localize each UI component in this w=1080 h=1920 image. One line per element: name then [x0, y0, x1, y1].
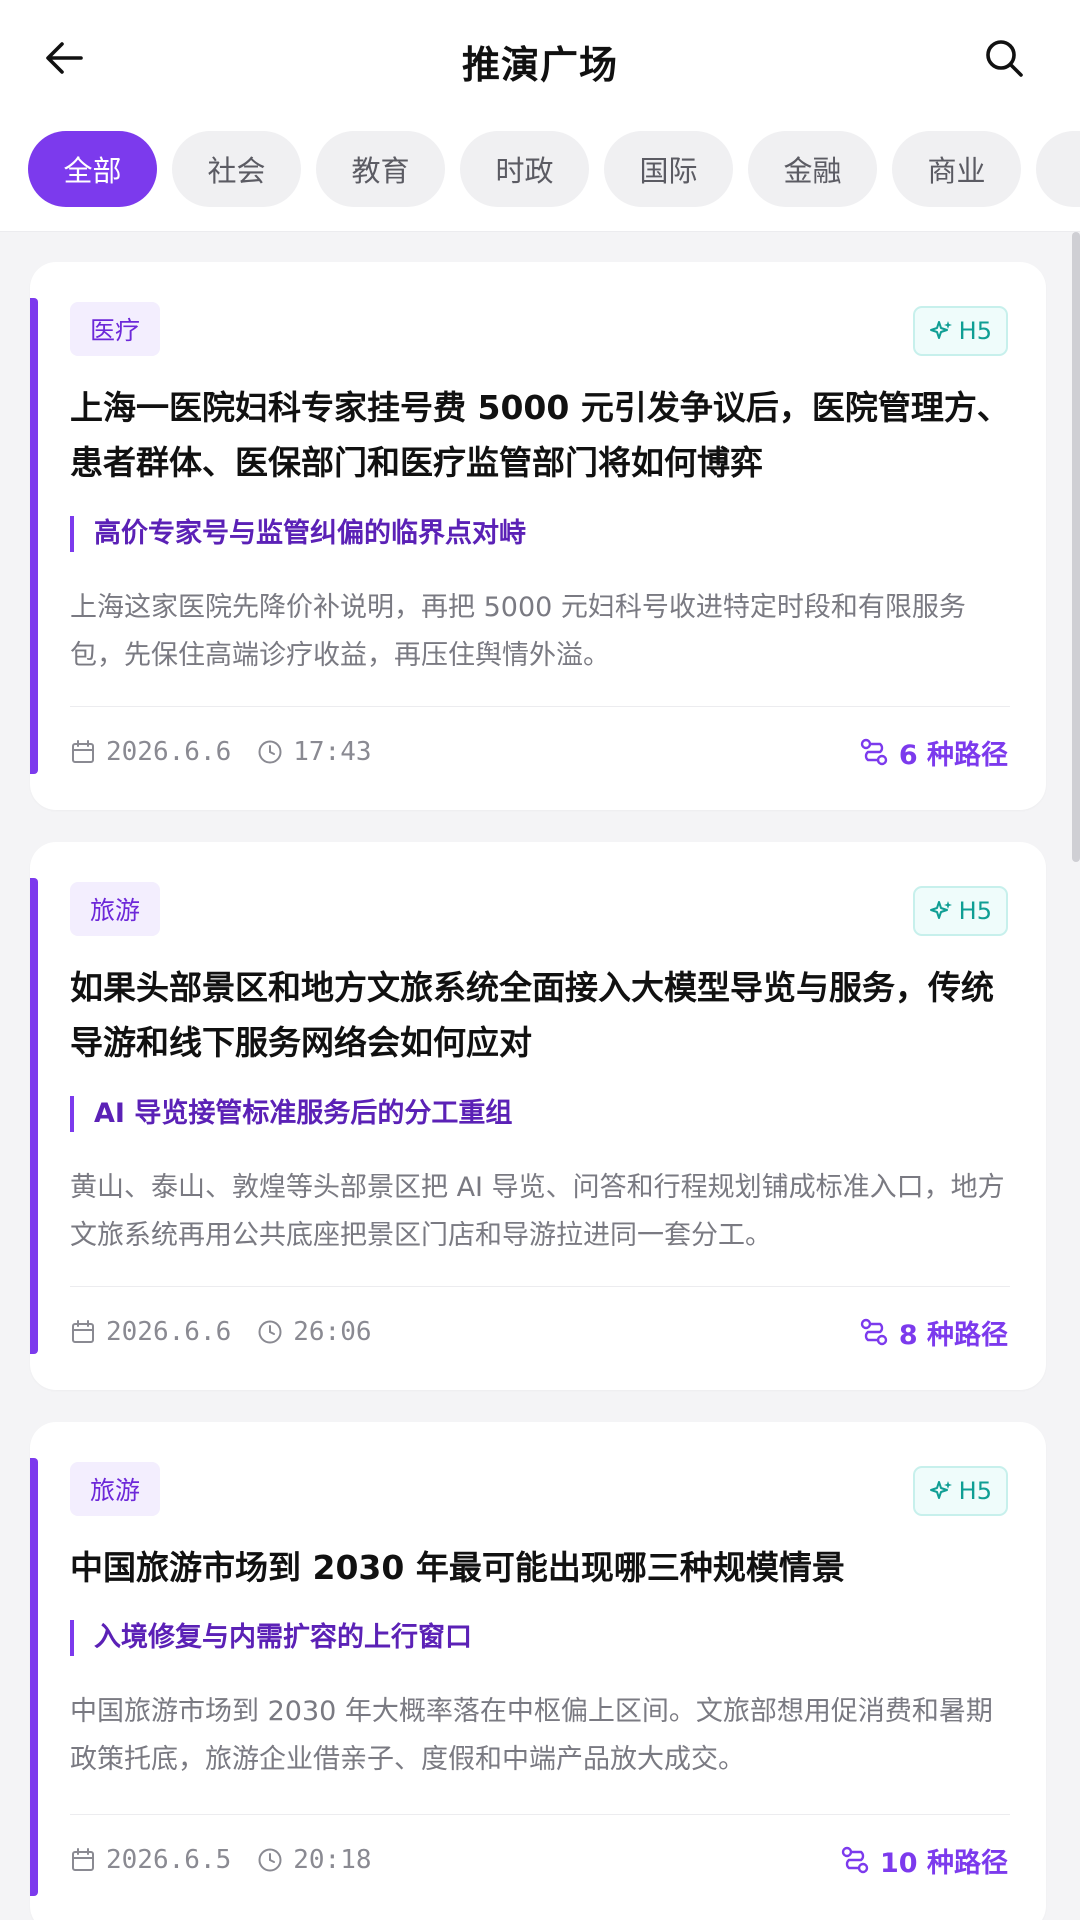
clock-icon — [258, 1320, 282, 1344]
search-button[interactable] — [980, 34, 1028, 82]
tab-society[interactable]: 社会 — [172, 131, 301, 207]
scenario-card[interactable]: 旅游 H5 如果头部景区和地方文旅系统全面接入大模型导览与服务，传统导游和线下服… — [30, 842, 1046, 1390]
h5-badge[interactable]: H5 — [912, 306, 1008, 356]
calendar-icon — [72, 1848, 94, 1871]
route-icon — [860, 1318, 888, 1346]
tab-business[interactable]: 商业 — [892, 131, 1021, 207]
header: 推演广场 — [0, 0, 1080, 120]
h5-badge[interactable]: H5 — [912, 1466, 1008, 1516]
tab-international[interactable]: 国际 — [604, 131, 733, 207]
paths-link[interactable]: 6 种路径 — [859, 732, 1008, 772]
paths-link[interactable]: 10 种路径 — [840, 1840, 1008, 1880]
divider — [70, 706, 1010, 707]
h5-label: H5 — [958, 317, 992, 345]
scrollbar-thumb[interactable] — [1072, 232, 1080, 862]
scenario-feed: 医疗 H5 上海一医院妇科专家挂号费 5000 元引发争议后，医院管理方、患者群… — [30, 262, 1046, 1920]
scenario-card[interactable]: 旅游 H5 中国旅游市场到 2030 年最可能出现哪三种规模情景 入境修复与内需… — [30, 1422, 1046, 1920]
paths-label: 10 种路径 — [880, 1847, 1008, 1879]
card-meta: 2026.6.6 17:43 — [70, 732, 398, 772]
card-subhead: 入境修复与内需扩容的上行窗口 — [70, 1620, 970, 1656]
sparkle-icon — [929, 321, 952, 339]
paths-link[interactable]: 8 种路径 — [859, 1312, 1008, 1352]
route-icon — [860, 738, 888, 766]
card-date: 2026.6.6 — [106, 1317, 232, 1347]
card-subhead: 高价专家号与监管纠偏的临界点对峙 — [70, 516, 970, 552]
card-time: 26:06 — [293, 1317, 372, 1347]
card-summary: 上海这家医院先降价补说明，再把 5000 元妇科号收进特定时段和有限服务包，先保… — [70, 592, 966, 671]
calendar-icon — [72, 1320, 94, 1343]
card-meta: 2026.6.5 20:18 — [70, 1840, 398, 1880]
category-tag: 医疗 — [70, 302, 161, 356]
sparkle-icon — [929, 1481, 952, 1499]
accent-bar — [30, 1458, 38, 1896]
card-title: 如果头部景区和地方文旅系统全面接入大模型导览与服务，传统导游和线下服务网络会如何… — [70, 968, 994, 1062]
tab-more[interactable] — [1036, 131, 1080, 207]
page-title: 推演广场 — [461, 43, 618, 87]
accent-bar — [30, 298, 38, 774]
card-date: 2026.6.5 — [106, 1845, 232, 1875]
divider — [70, 1814, 1010, 1815]
top-bar: 推演广场 全部 社会 教育 时政 国际 金融 商业 — [0, 0, 1080, 232]
card-title: 上海一医院妇科专家挂号费 5000 元引发争议后，医院管理方、患者群体、医保部门… — [70, 388, 1010, 482]
tab-all[interactable]: 全部 — [28, 131, 157, 207]
paths-label: 8 种路径 — [898, 1319, 1008, 1351]
category-tag: 旅游 — [70, 882, 161, 936]
tab-education[interactable]: 教育 — [316, 131, 445, 207]
paths-label: 6 种路径 — [898, 739, 1008, 771]
card-date: 2026.6.6 — [106, 737, 232, 767]
tab-politics[interactable]: 时政 — [460, 131, 589, 207]
divider — [70, 1286, 1010, 1287]
h5-label: H5 — [958, 897, 992, 925]
calendar-icon — [72, 740, 94, 763]
card-summary: 黄山、泰山、敦煌等头部景区把 AI 导览、问答和行程规划铺成标准入口，地方文旅系… — [70, 1172, 1005, 1251]
card-time: 20:18 — [293, 1845, 372, 1875]
route-icon — [841, 1846, 869, 1874]
card-time: 17:43 — [293, 737, 372, 767]
sparkle-icon — [929, 901, 952, 919]
h5-label: H5 — [958, 1477, 992, 1505]
card-subhead: AI 导览接管标准服务后的分工重组 — [70, 1096, 970, 1132]
clock-icon — [258, 1848, 282, 1872]
accent-bar — [30, 878, 38, 1354]
category-tabs: 全部 社会 教育 时政 国际 金融 商业 — [28, 131, 1080, 207]
tab-finance[interactable]: 金融 — [748, 131, 877, 207]
card-title: 中国旅游市场到 2030 年最可能出现哪三种规模情景 — [70, 1548, 845, 1587]
h5-badge[interactable]: H5 — [912, 886, 1008, 936]
card-meta: 2026.6.6 26:06 — [70, 1312, 398, 1352]
clock-icon — [258, 740, 282, 764]
search-icon — [986, 40, 1023, 77]
scenario-card[interactable]: 医疗 H5 上海一医院妇科专家挂号费 5000 元引发争议后，医院管理方、患者群… — [30, 262, 1046, 810]
card-summary: 中国旅游市场到 2030 年大概率落在中枢偏上区间。文旅部想用促消费和暑期政策托… — [70, 1696, 993, 1775]
category-tag: 旅游 — [70, 1462, 161, 1516]
